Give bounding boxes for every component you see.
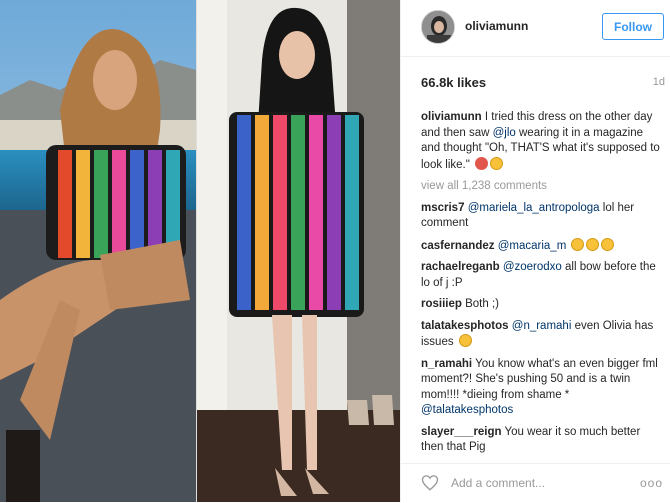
comment-username[interactable]: rachaelreganb <box>421 261 500 273</box>
comment-username[interactable]: slayer___reign <box>421 426 502 438</box>
avatar[interactable] <box>421 10 455 44</box>
comment-username[interactable]: rosiiiep <box>421 298 462 310</box>
comment-username[interactable]: mscris7 <box>421 202 464 214</box>
comment-username[interactable]: casfernandez <box>421 240 495 252</box>
comment-row: n_ramahi You know what's an even bigger … <box>421 357 661 419</box>
laughing-crying-emoji-icon <box>601 237 615 251</box>
laughing-crying-emoji-icon <box>571 237 585 251</box>
comment-row: rosiiiep Both ;) <box>421 297 661 313</box>
comment-row: rachaelreganb @zoerodxo all bow before t… <box>421 260 661 291</box>
comment-text: Both ;) <box>461 298 499 310</box>
more-options-icon[interactable]: ooo <box>640 476 663 490</box>
comment-row: mscris7 @mariela_la_antropologa lol her … <box>421 201 661 232</box>
comment-mention[interactable]: @macaria_m <box>498 240 567 252</box>
follow-button[interactable]: Follow <box>602 13 664 40</box>
post-stats: 66.8k likes 1d <box>421 75 665 90</box>
comment-bar: Add a comment... ooo <box>401 463 670 503</box>
view-all-comments-link[interactable]: view all 1,238 comments <box>421 179 661 195</box>
laughing-crying-emoji-icon <box>586 237 600 251</box>
comment-username[interactable]: n_ramahi <box>421 358 472 370</box>
comment-username[interactable]: talatakesphotos <box>421 320 509 332</box>
angry-face-emoji-icon <box>475 156 489 170</box>
header-username[interactable]: oliviamunn <box>465 19 528 33</box>
post-age: 1d <box>652 76 665 88</box>
caption: oliviamunn I tried this dress on the oth… <box>421 110 661 173</box>
comment-row: slayer___reign You wear it so much bette… <box>421 425 661 456</box>
comment-mention[interactable]: @talatakesphotos <box>421 404 513 416</box>
post-header: oliviamunn Follow <box>401 0 670 57</box>
heart-icon[interactable] <box>421 474 439 492</box>
comments-list: oliviamunn I tried this dress on the oth… <box>421 110 661 462</box>
comment-mention[interactable]: @zoerodxo <box>503 261 562 273</box>
comment-row: casfernandez @macaria_m <box>421 237 661 255</box>
comment-mention[interactable]: @mariela_la_antropologa <box>468 202 600 214</box>
comment-row: talatakesphotos @n_ramahi even Olivia ha… <box>421 319 661 351</box>
caption-username[interactable]: oliviamunn <box>421 111 482 123</box>
laughing-crying-emoji-icon <box>490 156 504 170</box>
laughing-crying-emoji-icon <box>458 334 472 347</box>
add-comment-input[interactable]: Add a comment... <box>451 476 545 490</box>
likes-count[interactable]: 66.8k likes <box>421 75 661 90</box>
caption-mention[interactable]: @jlo <box>493 127 516 139</box>
post-panel: oliviamunn Follow 66.8k likes 1d oliviam… <box>400 0 670 503</box>
photo-right-olivia <box>197 0 400 502</box>
comment-mention[interactable]: @n_ramahi <box>512 320 572 332</box>
photo-left-jlo <box>0 0 196 502</box>
